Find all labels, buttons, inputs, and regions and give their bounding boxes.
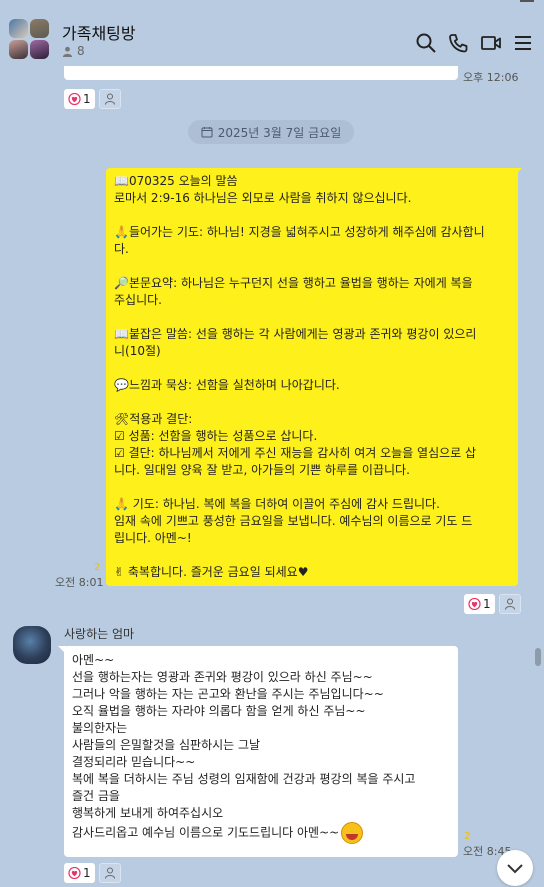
message-line: 📖070325 오늘의 말씀 <box>114 174 238 188</box>
message-line: 립니다. 아멘~! <box>114 531 192 545</box>
message-line <box>114 360 510 377</box>
message-line: 다. <box>114 242 129 256</box>
person-icon <box>104 867 115 879</box>
sender-avatar[interactable] <box>13 626 51 664</box>
add-reaction-button[interactable] <box>498 594 521 614</box>
video-icon[interactable] <box>480 32 502 54</box>
message-line: 💬느낌과 묵상: 선함을 실천하며 나아갑니다. <box>114 378 340 392</box>
reaction-row: 1 <box>64 863 121 883</box>
add-reaction-button[interactable] <box>98 89 121 109</box>
message-line: ☑ 성품: 선함을 행하는 성품으로 삽니다. <box>114 429 318 443</box>
unread-count: 2 <box>464 831 471 842</box>
message-line: ✌ 축복합니다. 즐거운 금요일 되세요♥ <box>114 565 309 579</box>
message-line: 니다. 일대일 양육 잘 받고, 아가들의 기쁜 하루를 이끕니다. <box>114 463 410 477</box>
reaction-row: 1 <box>464 594 521 614</box>
group-avatar[interactable] <box>9 19 51 61</box>
message-line: 임재 속에 기쁘고 풍성한 금요일을 보냅니다. 예수님의 이름으로 기도 드 <box>114 514 473 528</box>
unread-count: 2 <box>94 562 101 573</box>
heart-icon <box>68 867 81 879</box>
laughing-emoji-icon <box>341 822 364 844</box>
heart-reaction[interactable]: 1 <box>64 89 95 109</box>
heart-icon <box>468 598 481 610</box>
message-line <box>114 394 510 411</box>
message-line: 니(10절) <box>114 344 161 358</box>
menu-icon[interactable] <box>512 32 534 54</box>
message-line: 불의한자는 <box>72 721 128 735</box>
message-line: 🛠적용과 결단: <box>114 412 193 426</box>
phone-icon[interactable] <box>447 32 469 54</box>
message-line: ☑ 결단: 하나님께서 저에게 주신 재능을 감사히 여겨 오늘을 열심으로 삽 <box>114 446 477 460</box>
member-count[interactable]: 8 <box>62 44 85 58</box>
scrollbar-thumb[interactable] <box>535 648 541 666</box>
message-line: 아멘~~ <box>72 653 115 667</box>
message-line: 그러나 악을 행하는 자는 곤고와 환난을 주시는 주님입니다~~ <box>72 687 384 701</box>
message-time: 오전 8:01 <box>55 576 104 589</box>
reaction-count: 1 <box>83 866 91 880</box>
reaction-count: 1 <box>83 92 91 106</box>
message-line: 오직 율법을 행하는 자라야 의롭다 함을 얻게 하신 주님~~ <box>72 704 366 718</box>
message-line: 복에 복을 더하시는 주님 성령의 임재함에 건강과 평강의 복을 주시고 <box>72 772 416 786</box>
member-avatar <box>9 40 28 59</box>
member-avatar <box>30 19 49 38</box>
message-line <box>114 309 510 326</box>
message-line <box>114 479 510 496</box>
heart-icon <box>68 93 81 105</box>
message-line: 사람들의 은밀할것을 심판하시는 그날 <box>72 738 261 752</box>
date-divider: 2025년 3월 7일 금요일 <box>188 120 354 144</box>
member-avatar <box>30 40 49 59</box>
message-line <box>114 547 510 564</box>
chevron-down-icon <box>507 864 523 874</box>
person-icon <box>62 46 73 57</box>
message-line: 선을 행하는자는 영광과 존귀와 평강이 있으라 하신 주님~~ <box>72 670 373 684</box>
message-line <box>114 207 510 224</box>
message-line: 행복하게 보내게 하여주십시오 <box>72 806 224 820</box>
chat-header: 가족채팅방 8 <box>0 0 544 66</box>
message-time: 오후 12:06 <box>463 71 519 84</box>
message-line: 🔎본문요약: 하나님은 누구던지 선을 행하고 율법을 행하는 자에게 복을 <box>114 276 473 290</box>
person-icon <box>504 598 515 610</box>
calendar-icon <box>201 127 213 138</box>
person-icon <box>104 93 115 105</box>
message-line: 로마서 2:9-16 하나님은 외모로 사람을 취하지 않으십니다. <box>114 191 412 205</box>
message-line: 감사드리옵고 예수님 이름으로 기도드립니다 아멘~~ <box>72 822 450 844</box>
message-line: 🙏 기도: 하나님. 복에 복을 더하여 이끌어 주심에 감사 드립니다. <box>114 497 440 511</box>
member-count-value: 8 <box>77 44 85 58</box>
search-icon[interactable] <box>415 32 437 54</box>
reaction-count: 1 <box>483 597 491 611</box>
heart-reaction[interactable]: 1 <box>464 594 495 614</box>
window-control-icon[interactable] <box>520 0 534 4</box>
add-reaction-button[interactable] <box>98 863 121 883</box>
message-line <box>114 258 510 275</box>
member-avatar <box>9 19 28 38</box>
heart-reaction[interactable]: 1 <box>64 863 95 883</box>
message-line: 📖붙잡은 말씀: 선을 행하는 각 사람에게는 영광과 존귀와 평강이 있으리 <box>114 327 477 341</box>
my-message-bubble[interactable]: 📖070325 오늘의 말씀로마서 2:9-16 하나님은 외모로 사람을 취하… <box>106 168 518 586</box>
previous-message-bubble[interactable] <box>64 66 458 80</box>
date-divider-text: 2025년 3월 7일 금요일 <box>217 125 342 140</box>
message-line: 주십니다. <box>114 293 162 307</box>
sender-name: 사랑하는 엄마 <box>64 627 135 641</box>
message-line: 즐건 금을 <box>72 789 120 803</box>
scroll-down-button[interactable] <box>497 850 533 886</box>
message-line: 🙏들어가는 기도: 하나님! 지경을 넓혀주시고 성장하게 해주심에 감사합니 <box>114 225 485 239</box>
reaction-row: 1 <box>64 89 121 109</box>
other-message-bubble[interactable]: 아멘~~ 선을 행하는자는 영광과 존귀와 평강이 있으라 하신 주님~~ 그러나 … <box>64 646 458 857</box>
chat-title[interactable]: 가족채팅방 <box>62 20 136 44</box>
message-line: 결정되리라 믿습니다~~ <box>72 755 196 769</box>
